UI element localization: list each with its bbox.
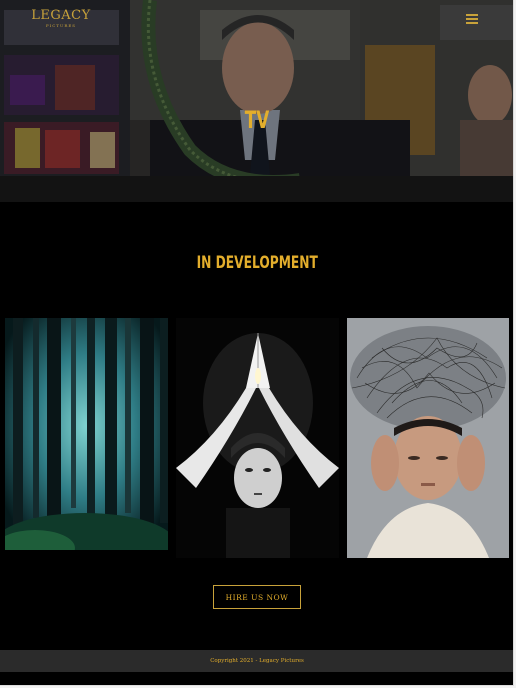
project-card-tangled-mind[interactable] [347, 318, 509, 558]
project-card-portrait[interactable] [176, 318, 339, 558]
portrait-image [176, 318, 339, 558]
page-title: TV [244, 106, 270, 134]
project-card-forest[interactable] [5, 318, 168, 558]
hero-banner: LEGACY PICTURES TV [0, 0, 513, 202]
tangled-mind-image [347, 318, 509, 558]
hire-us-button[interactable]: HIRE US NOW [213, 585, 301, 609]
page-frame: LEGACY PICTURES TV IN DEVELOPMENT HIRE U… [0, 0, 514, 686]
section-title: IN DEVELOPMENT [0, 253, 513, 273]
copyright-text: Copyright 2021 - Legacy Pictures [210, 658, 304, 664]
logo-subtext: PICTURES [45, 23, 77, 28]
site-logo[interactable]: LEGACY PICTURES [26, 9, 96, 31]
hamburger-icon[interactable] [466, 14, 478, 26]
forest-image [5, 318, 168, 558]
section-title-text: IN DEVELOPMENT [196, 253, 318, 273]
footer: Copyright 2021 - Legacy Pictures [0, 650, 513, 672]
logo-text: LEGACY [31, 8, 91, 23]
footer-base [0, 672, 513, 685]
